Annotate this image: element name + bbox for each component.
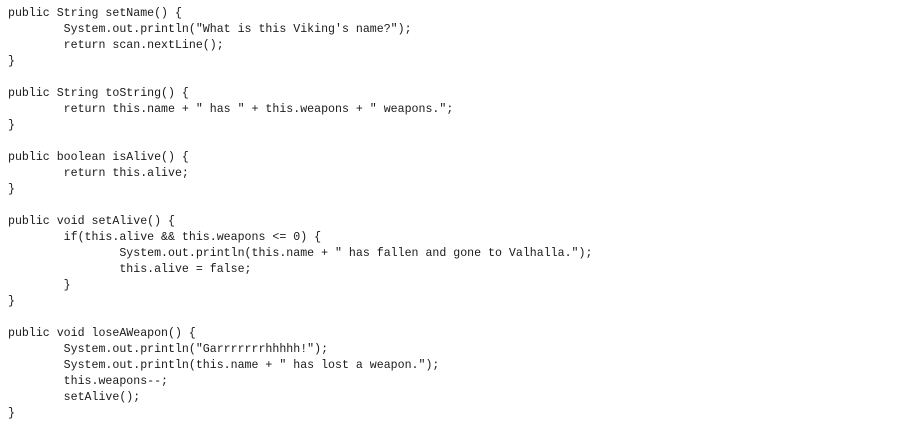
code-viewer: public String setName() { System.out.pri…: [8, 6, 898, 430]
code-line: public String setName() {: [8, 7, 182, 20]
code-line: public void loseAWeapon() {: [8, 327, 196, 340]
code-line: public boolean isAlive() {: [8, 151, 189, 164]
code-line: return this.name + " has " + this.weapon…: [8, 103, 454, 116]
code-line: public void setAlive() {: [8, 215, 175, 228]
code-line: System.out.println(this.name + " has fal…: [8, 247, 593, 260]
code-line: this.alive = false;: [8, 263, 252, 276]
code-line: System.out.println(this.name + " has los…: [8, 359, 440, 372]
code-line: }: [8, 119, 15, 132]
code-line: }: [8, 183, 15, 196]
code-line: return scan.nextLine();: [8, 39, 224, 52]
code-line: this.weapons--;: [8, 375, 169, 388]
code-line: return this.alive;: [8, 167, 189, 180]
code-line: }: [8, 407, 15, 420]
code-line: }: [8, 279, 71, 292]
code-line: setAlive();: [8, 391, 141, 404]
code-line: System.out.println("What is this Viking'…: [8, 23, 412, 36]
code-line: public String toString() {: [8, 87, 189, 100]
code-line: if(this.alive && this.weapons <= 0) {: [8, 231, 322, 244]
code-line: System.out.println("Garrrrrrrhhhhh!");: [8, 343, 329, 356]
code-line: }: [8, 295, 15, 308]
code-line: }: [8, 55, 15, 68]
